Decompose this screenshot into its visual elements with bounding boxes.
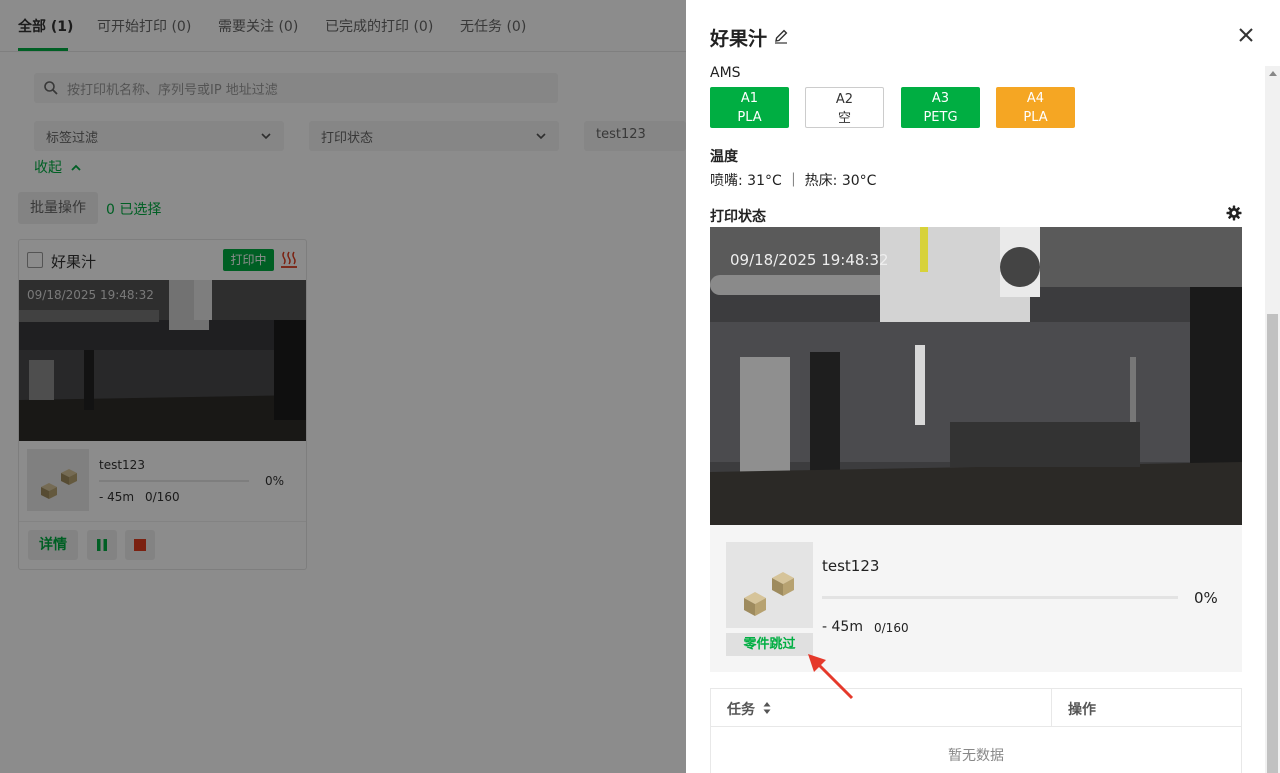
annotation-arrow-icon <box>808 654 854 700</box>
close-icon[interactable] <box>1238 27 1254 43</box>
printer-detail-drawer: 好果汁 AMS A1 PLA A2 空 A3 PETG A4 PLA 温度 喷嘴… <box>686 0 1280 773</box>
table-header: 任务 操作 <box>711 689 1241 727</box>
ams-slot-id: A4 <box>1026 91 1045 106</box>
temperature-label: 温度 <box>710 149 738 165</box>
print-progress-bar <box>822 596 1178 599</box>
ams-slot-a2[interactable]: A2 空 <box>805 87 884 128</box>
camera-timestamp: 09/18/2025 19:48:32 <box>730 251 889 269</box>
ams-slot-id: A1 <box>740 91 759 106</box>
ams-slot-id: A2 <box>835 92 854 107</box>
scrollbar-thumb[interactable] <box>1267 314 1278 773</box>
ams-slot-material: 空 <box>837 111 851 126</box>
sort-icon[interactable] <box>763 701 771 715</box>
current-job-panel: 零件跳过 test123 0% - 45m 0/160 <box>710 525 1242 672</box>
remaining-time: - 45m <box>822 619 863 635</box>
job-name: test123 <box>822 557 880 575</box>
model-thumbnail <box>726 542 813 628</box>
column-operations: 操作 <box>1068 702 1096 718</box>
skip-parts-button[interactable]: 零件跳过 <box>726 633 813 656</box>
column-task[interactable]: 任务 <box>727 699 755 719</box>
edit-icon[interactable] <box>773 28 789 44</box>
task-table: 任务 操作 暂无数据 <box>710 688 1242 773</box>
ams-slot-a1[interactable]: A1 PLA <box>710 87 789 128</box>
ams-slot-material: PETG <box>923 110 958 125</box>
progress-percent: 0% <box>1194 589 1218 607</box>
drawer-title: 好果汁 <box>710 28 768 50</box>
ams-slot-material: PLA <box>1023 110 1048 125</box>
temperature-value: 喷嘴: 31°C ｜ 热床: 30°C <box>710 173 877 189</box>
print-status-label: 打印状态 <box>710 209 766 225</box>
scroll-up-arrow[interactable] <box>1269 71 1277 76</box>
printer-camera-image <box>710 227 1242 525</box>
ams-label: AMS <box>710 65 741 81</box>
live-camera-view[interactable]: 09/18/2025 19:48:32 <box>710 227 1242 525</box>
column-separator <box>1051 689 1052 727</box>
drawer-scrollbar[interactable] <box>1265 66 1280 773</box>
ams-slot-material: PLA <box>737 110 762 125</box>
layer-count: 0/160 <box>874 621 909 635</box>
ams-slot-a4[interactable]: A4 PLA <box>996 87 1075 128</box>
cube-icon <box>744 572 794 616</box>
gear-icon[interactable] <box>1226 205 1242 221</box>
ams-slot-a3[interactable]: A3 PETG <box>901 87 980 128</box>
ams-slot-id: A3 <box>931 91 950 106</box>
empty-state-text: 暂无数据 <box>948 748 1004 764</box>
